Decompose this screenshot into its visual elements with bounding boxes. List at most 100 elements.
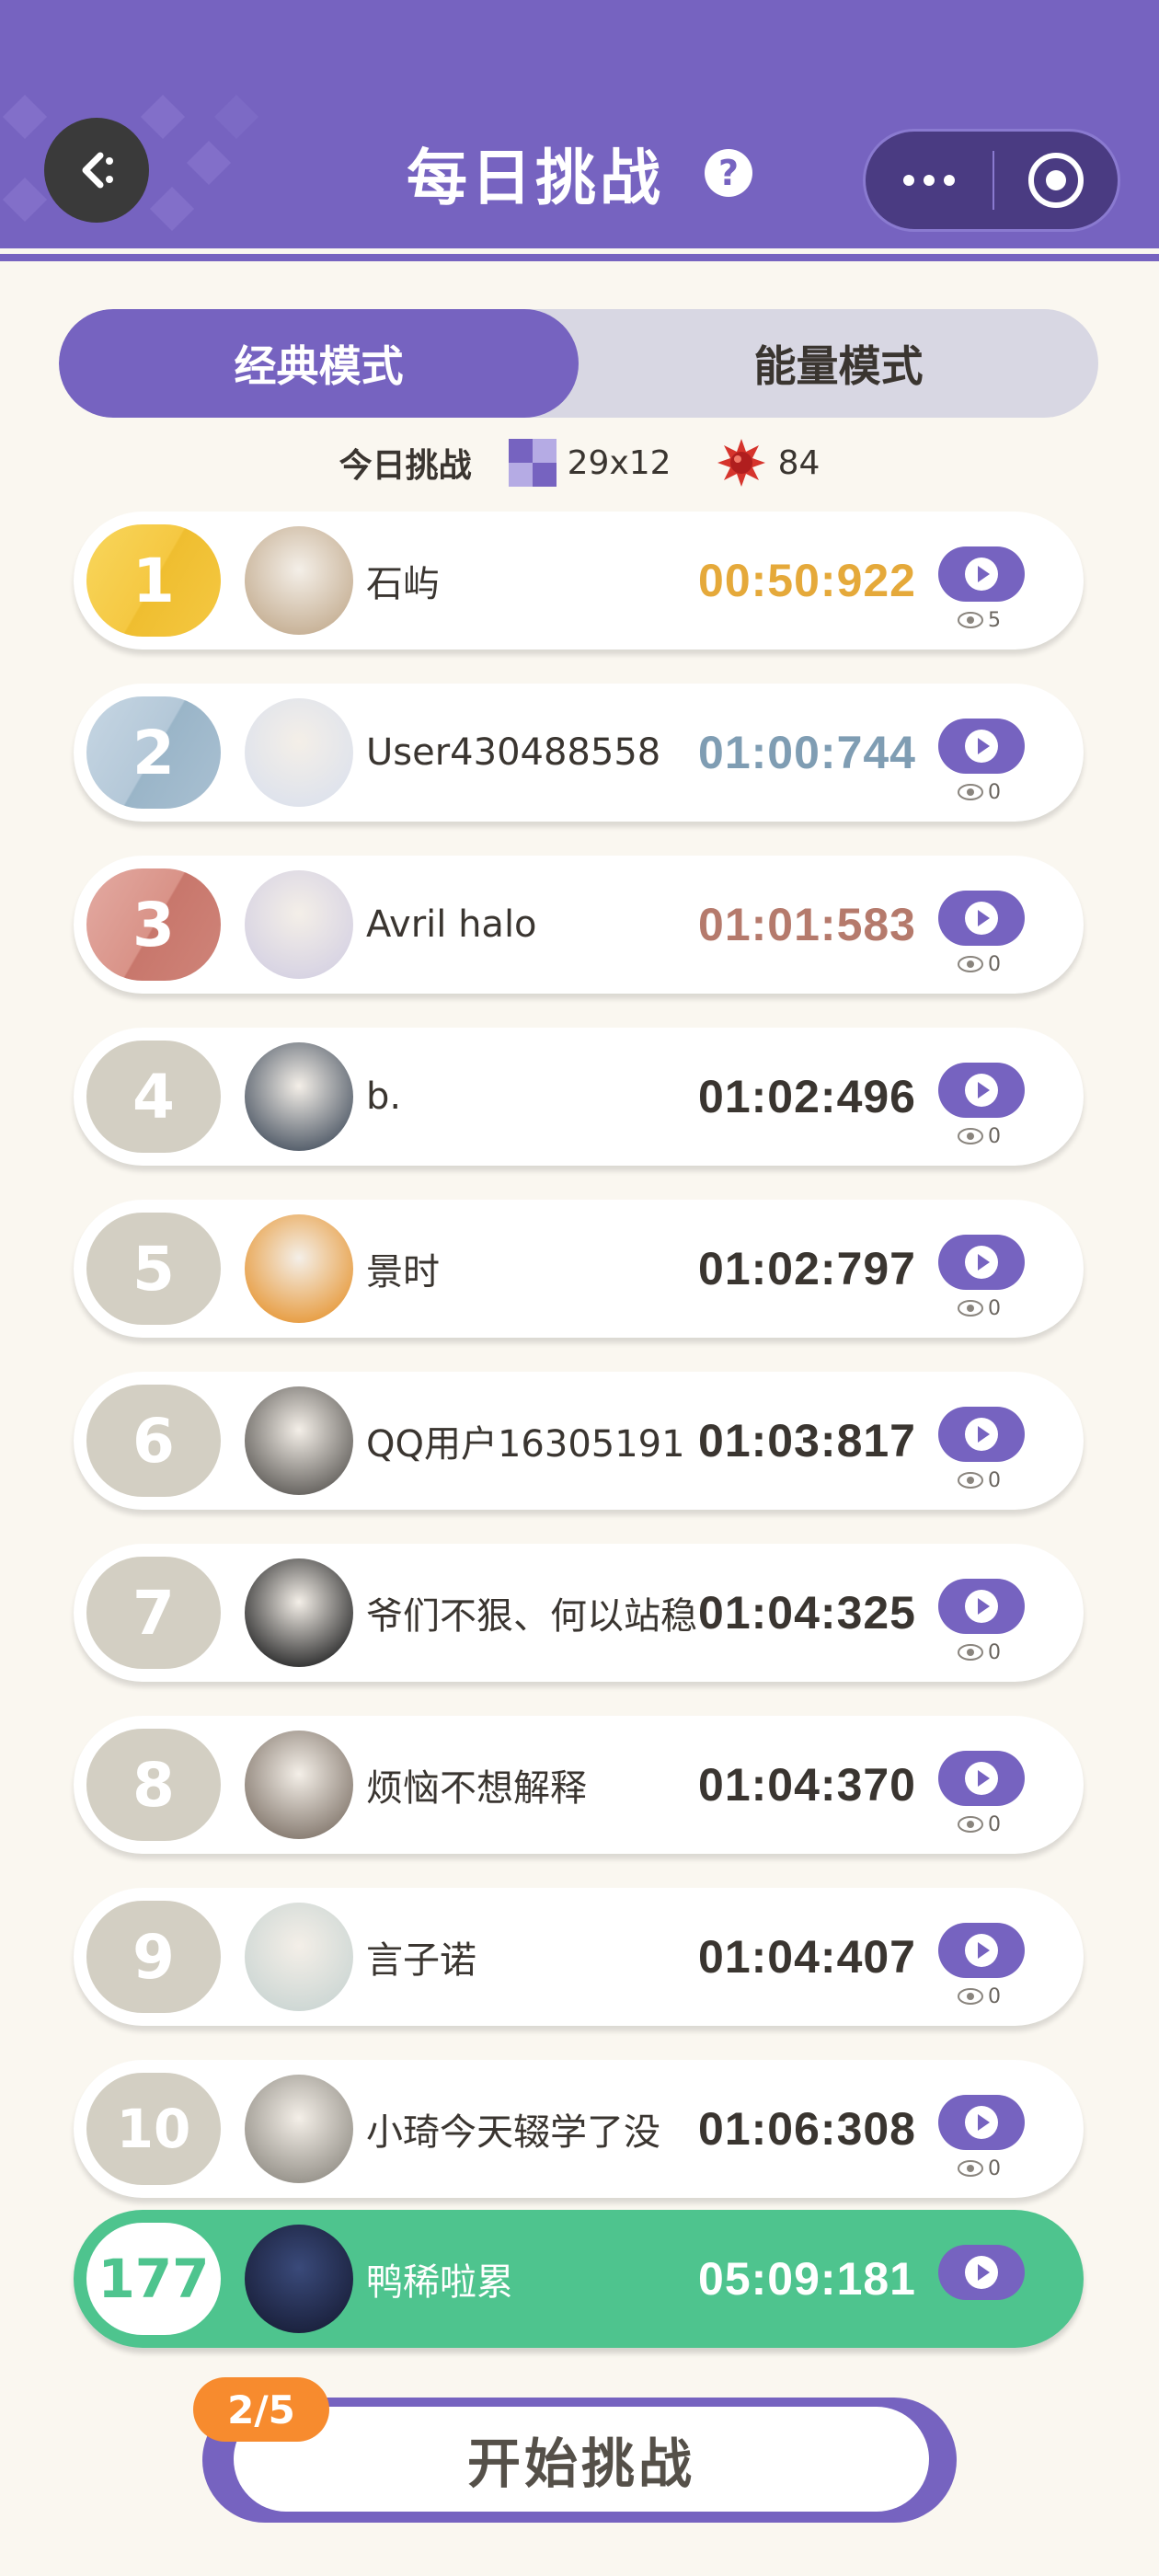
play-icon [965, 2256, 998, 2289]
replay-button[interactable] [938, 719, 1025, 774]
replay-button[interactable] [938, 1063, 1025, 1118]
view-count: 0 [957, 1639, 1001, 1665]
eye-icon [958, 1988, 983, 2005]
more-icon [903, 175, 914, 186]
avatar[interactable] [245, 1042, 353, 1151]
play-icon [965, 730, 998, 763]
rank-badge: 2 [86, 696, 221, 809]
rank-badge: 6 [86, 1385, 221, 1497]
play-icon [965, 902, 998, 935]
player-name: Avril halo [366, 903, 537, 946]
my-rank-row: 177 鸭稀啦累 05:09:181 [74, 2210, 1084, 2348]
play-icon [965, 1418, 998, 1451]
view-count: 0 [957, 951, 1001, 977]
view-count-value: 0 [988, 1124, 1001, 1148]
replay-button[interactable] [938, 1579, 1025, 1634]
miniprogram-capsule [863, 129, 1120, 232]
player-name: QQ用户16305191 [366, 1423, 685, 1466]
view-count: 0 [957, 1123, 1001, 1149]
attempts-badge: 2/5 [193, 2377, 329, 2442]
rank-badge: 8 [86, 1729, 221, 1841]
view-count-value: 0 [988, 1984, 1001, 2008]
header: 每日挑战 ? [0, 0, 1159, 248]
leaderboard-row: 5 景时 01:02:797 0 [74, 1200, 1084, 1338]
replay-button[interactable] [938, 546, 1025, 602]
play-icon [965, 1074, 998, 1107]
mine-count: 84 [777, 443, 820, 482]
mine-icon [717, 439, 765, 487]
player-name: User430488558 [366, 731, 661, 774]
tab-classic[interactable]: 经典模式 [59, 309, 579, 418]
eye-icon [958, 784, 983, 800]
avatar[interactable] [245, 1731, 353, 1839]
eye-icon [958, 612, 983, 628]
replay-button[interactable] [938, 891, 1025, 946]
replay-button[interactable] [938, 1923, 1025, 1978]
help-icon[interactable]: ? [705, 149, 752, 197]
rank-badge: 177 [86, 2223, 221, 2335]
finish-time: 01:00:744 [698, 727, 916, 778]
rank-badge: 10 [86, 2073, 221, 2185]
view-count: 5 [957, 607, 1001, 633]
view-count-value: 0 [988, 1640, 1001, 1664]
finish-time: 01:03:817 [698, 1415, 916, 1466]
finish-time: 01:01:583 [698, 899, 916, 950]
play-icon [965, 2106, 998, 2139]
eye-icon [958, 1816, 983, 1833]
rank-badge: 1 [86, 524, 221, 637]
page-title: 每日挑战 [407, 143, 664, 213]
play-icon [965, 1590, 998, 1623]
player-name: 爷们不狠、何以站稳 [366, 1595, 697, 1638]
play-icon [965, 1762, 998, 1795]
avatar[interactable] [245, 526, 353, 635]
replay-button[interactable] [938, 2095, 1025, 2150]
start-challenge-button[interactable]: 开始挑战 [234, 2407, 929, 2512]
view-count: 0 [957, 2156, 1001, 2181]
rank-badge: 4 [86, 1041, 221, 1153]
leaderboard-row: 7 爷们不狠、何以站稳 01:04:325 0 [74, 1544, 1084, 1682]
eye-icon [958, 1644, 983, 1661]
close-button[interactable] [994, 132, 1118, 229]
eye-icon [958, 1300, 983, 1317]
avatar[interactable] [245, 1214, 353, 1323]
replay-button[interactable] [938, 2245, 1025, 2300]
player-name: b. [366, 1075, 402, 1118]
tab-energy[interactable]: 能量模式 [579, 309, 1098, 418]
eye-icon [958, 2160, 983, 2177]
view-count-value: 0 [988, 1468, 1001, 1492]
view-count-value: 0 [988, 1812, 1001, 1836]
finish-time: 01:04:407 [698, 1931, 916, 1983]
rank-badge: 7 [86, 1557, 221, 1669]
avatar[interactable] [245, 1558, 353, 1667]
replay-button[interactable] [938, 1235, 1025, 1290]
eye-icon [958, 956, 983, 972]
rank-badge: 9 [86, 1901, 221, 2013]
avatar[interactable] [245, 2225, 353, 2333]
avatar[interactable] [245, 1386, 353, 1495]
leaderboard-row: 10 小琦今天辍学了没 01:06:308 0 [74, 2060, 1084, 2198]
finish-time: 01:02:496 [698, 1071, 916, 1122]
view-count-value: 0 [988, 1296, 1001, 1320]
eye-icon [958, 1128, 983, 1144]
leaderboard-row: 4 b. 01:02:496 0 [74, 1028, 1084, 1166]
play-icon [965, 1246, 998, 1279]
finish-time: 01:06:308 [698, 2103, 916, 2155]
player-name: 言子诺 [366, 1939, 476, 1982]
play-icon [965, 558, 998, 591]
avatar[interactable] [245, 2075, 353, 2183]
replay-button[interactable] [938, 1751, 1025, 1806]
play-icon [965, 1934, 998, 1967]
finish-time: 01:02:797 [698, 1243, 916, 1294]
avatar[interactable] [245, 698, 353, 807]
player-name: 烦恼不想解释 [366, 1767, 587, 1810]
replay-button[interactable] [938, 1407, 1025, 1462]
more-button[interactable] [866, 132, 993, 229]
view-count-value: 5 [988, 608, 1001, 632]
avatar[interactable] [245, 1903, 353, 2011]
player-name: 石屿 [366, 563, 440, 605]
view-count: 0 [957, 779, 1001, 805]
player-name: 景时 [366, 1251, 440, 1294]
board-size: 29x12 [567, 443, 671, 482]
avatar[interactable] [245, 870, 353, 979]
view-count: 0 [957, 1984, 1001, 2009]
